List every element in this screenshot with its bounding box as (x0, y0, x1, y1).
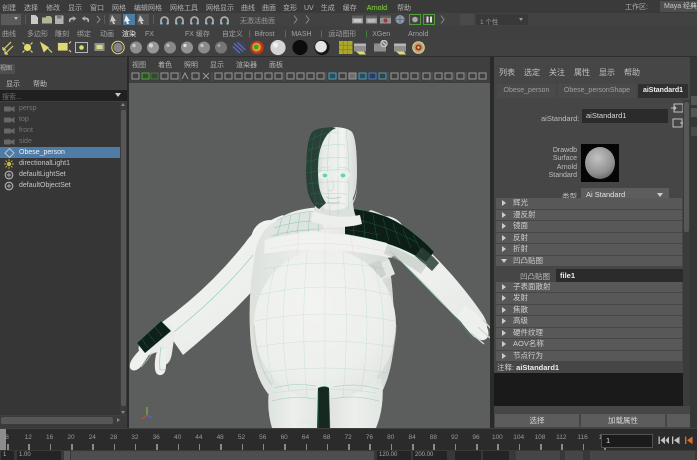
svg-text:persp: persp (299, 420, 315, 426)
